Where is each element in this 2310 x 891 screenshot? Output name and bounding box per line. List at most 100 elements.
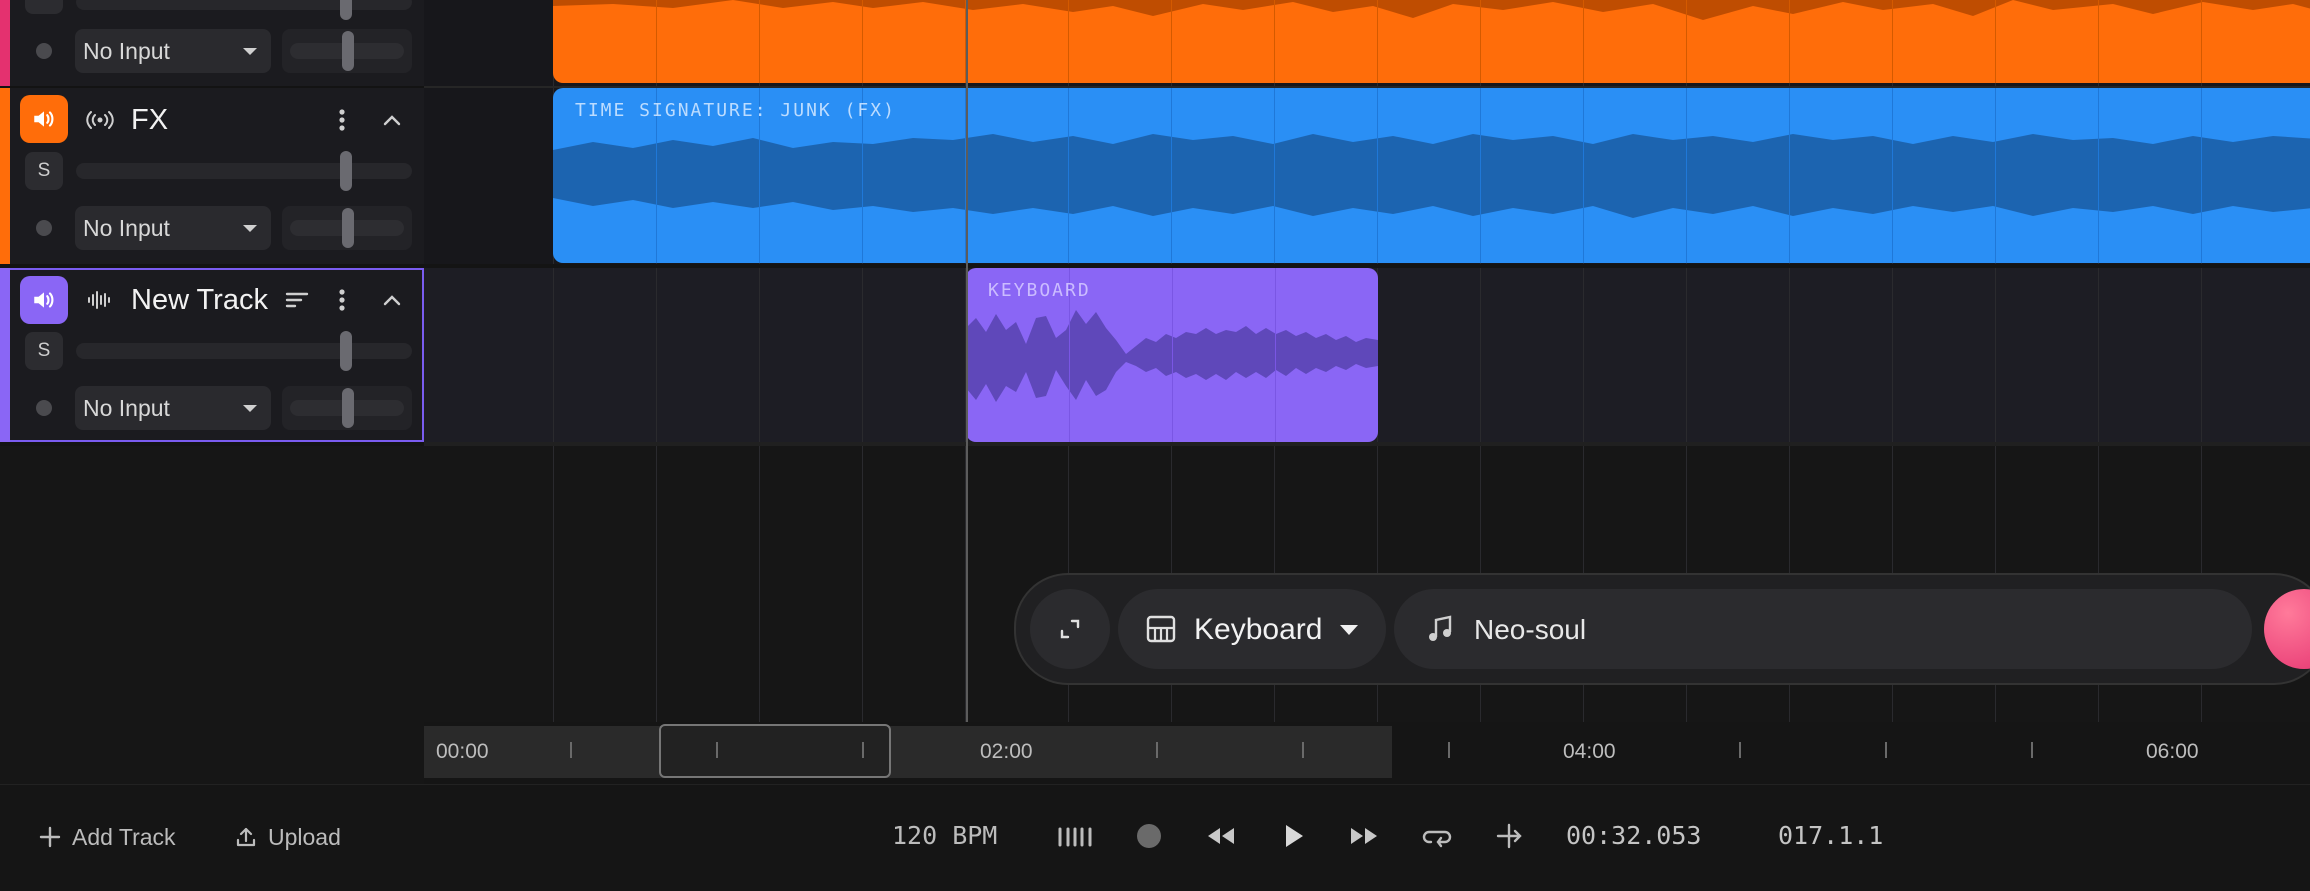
rewind-icon[interactable] — [1204, 821, 1238, 851]
clip-grid — [862, 0, 863, 83]
waveform — [553, 0, 2310, 20]
upload-label: Upload — [268, 823, 341, 850]
volume-knob[interactable] — [340, 0, 352, 20]
solo-button[interactable]: S — [25, 332, 63, 370]
generate-button[interactable] — [2264, 589, 2310, 669]
prompt-bar: Keyboard Neo-soul — [1014, 573, 2310, 685]
clip-grid — [1480, 0, 1481, 83]
ruler-tick — [1302, 742, 1304, 758]
record-dot-icon — [36, 220, 52, 236]
record-arm-button[interactable] — [25, 209, 63, 247]
waveform-icon — [84, 284, 116, 316]
lane-separator — [424, 442, 2310, 446]
track-list-empty — [0, 446, 424, 784]
clip-grid — [759, 0, 760, 83]
fast-forward-icon[interactable] — [1347, 821, 1381, 851]
instrument-select[interactable]: Keyboard — [1118, 589, 1386, 669]
volume-knob[interactable] — [340, 331, 352, 371]
input-select[interactable]: No Input — [75, 206, 271, 250]
clip-label: KEYBOARD — [988, 280, 1091, 301]
clip-grid — [1892, 88, 1893, 263]
clip-grid — [1789, 0, 1790, 83]
pan-knob[interactable] — [342, 388, 354, 428]
ruler-label: 04:00 — [1563, 740, 1616, 763]
pan-control[interactable] — [282, 386, 412, 430]
solo-button[interactable]: S — [25, 152, 63, 190]
ruler-tick — [1885, 742, 1887, 758]
clip-grid — [1686, 0, 1687, 83]
pan-knob[interactable] — [342, 208, 354, 248]
expand-icon — [1060, 619, 1080, 639]
mute-button[interactable] — [20, 276, 68, 324]
mute-button[interactable] — [20, 95, 68, 143]
record-icon[interactable] — [1134, 821, 1164, 851]
ruler-tick — [1739, 742, 1741, 758]
chevron-up-icon[interactable] — [378, 284, 406, 316]
position-display: 017.1.1 — [1778, 821, 1884, 850]
volume-slider[interactable] — [76, 163, 412, 179]
ruler-tick — [716, 742, 718, 758]
clip-grid — [1377, 88, 1378, 263]
volume-slider[interactable] — [76, 0, 412, 10]
solo-label: S — [37, 160, 51, 181]
record-arm-button[interactable] — [25, 32, 63, 70]
clip-grid — [2201, 88, 2202, 263]
clip-grid — [2098, 0, 2099, 83]
loop-icon[interactable] — [1420, 819, 1454, 853]
ruler-tick — [1448, 742, 1450, 758]
input-select[interactable]: No Input — [75, 386, 271, 430]
volume-slider[interactable] — [76, 343, 412, 359]
more-vertical-icon[interactable] — [332, 284, 352, 316]
add-track-label: Add Track — [72, 823, 176, 850]
clip-label: TIME SIGNATURE: JUNK (FX) — [575, 100, 896, 121]
daw-app: { "colors":{"orange":"#ff6d0a","blue":"#… — [0, 0, 2310, 891]
solo-button[interactable]: S — [25, 0, 63, 14]
caret-down-icon — [243, 405, 257, 412]
clip-grid — [1068, 0, 1069, 83]
sort-lines-icon[interactable] — [282, 284, 312, 316]
upload-button[interactable]: Upload — [234, 819, 341, 855]
speaker-icon — [34, 111, 54, 127]
audio-clip-fx[interactable]: TIME SIGNATURE: JUNK (FX) — [553, 88, 2310, 263]
chevron-up-icon[interactable] — [378, 104, 406, 136]
clip-grid — [1686, 88, 1687, 263]
clip-grid — [1171, 88, 1172, 263]
more-vertical-icon[interactable] — [332, 104, 352, 136]
volume-knob[interactable] — [340, 151, 352, 191]
track-header-fx: FX S No Input — [0, 88, 424, 264]
track-accent — [0, 88, 10, 264]
ruler-selection[interactable] — [659, 724, 891, 778]
bpm-display[interactable]: 120 BPM — [892, 821, 997, 850]
add-track-button[interactable]: Add Track — [38, 819, 176, 855]
pan-control[interactable] — [282, 206, 412, 250]
pan-control[interactable] — [282, 29, 412, 73]
instrument-value: Keyboard — [1194, 613, 1323, 646]
track-name[interactable]: New Track — [131, 284, 268, 317]
track-name[interactable]: FX — [131, 104, 168, 137]
ruler-label: 00:00 — [436, 740, 489, 763]
clip-grid — [656, 0, 657, 83]
snap-icon[interactable] — [1492, 819, 1526, 853]
genre-input[interactable]: Neo-soul — [1394, 589, 2252, 669]
genre-value: Neo-soul — [1474, 614, 1587, 645]
play-icon[interactable] — [1278, 819, 1310, 853]
speaker-icon — [34, 292, 54, 308]
clip-grid — [1583, 88, 1584, 263]
clip-grid — [1274, 88, 1275, 263]
metronome-icon[interactable] — [1055, 819, 1095, 855]
record-arm-button[interactable] — [25, 389, 63, 427]
input-select-value: No Input — [83, 37, 170, 64]
clip-grid — [1275, 268, 1276, 442]
input-select[interactable]: No Input — [75, 29, 271, 73]
expand-button[interactable] — [1030, 589, 1110, 669]
timeline-ruler[interactable] — [424, 722, 2310, 784]
upload-icon — [236, 827, 256, 847]
plus-icon — [39, 826, 61, 848]
audio-clip-keyboard[interactable]: KEYBOARD — [966, 268, 1378, 442]
clip-grid — [1274, 0, 1275, 83]
pan-knob[interactable] — [342, 31, 354, 71]
playhead[interactable] — [966, 0, 968, 722]
solo-label: S — [38, 0, 51, 6]
audio-clip-orange[interactable] — [553, 0, 2310, 83]
clip-grid — [2098, 88, 2099, 263]
